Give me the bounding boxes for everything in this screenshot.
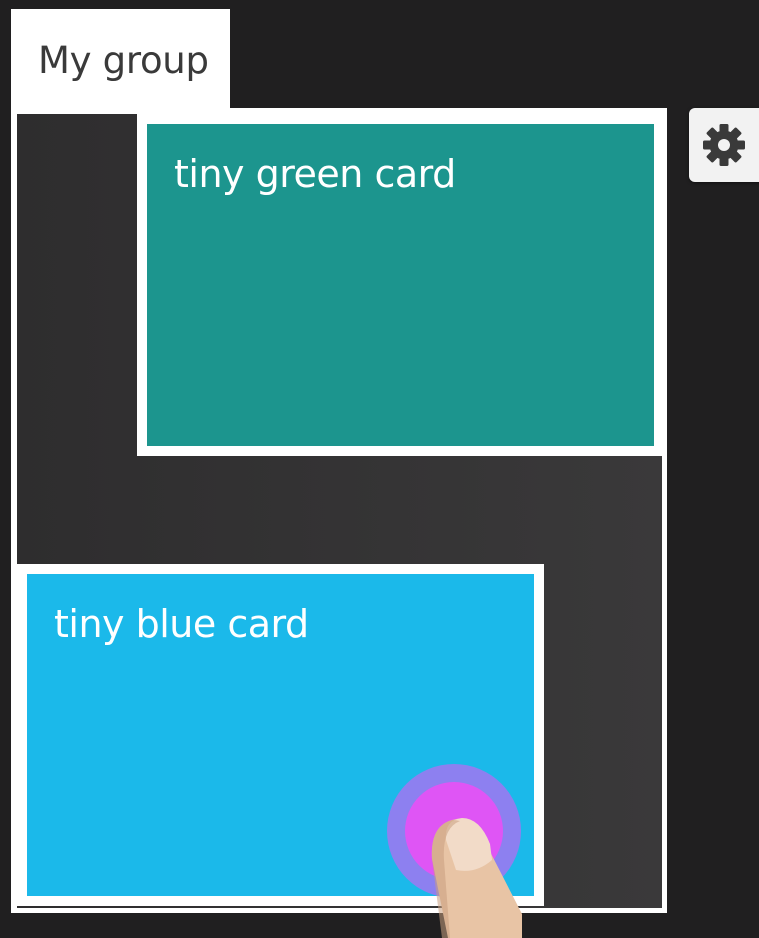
card-title: tiny green card	[174, 152, 456, 196]
card-green[interactable]: tiny green card	[137, 114, 664, 456]
canvas: My group tiny green card tiny blue card	[0, 0, 759, 938]
group-title: My group	[38, 39, 209, 82]
touch-indicator	[386, 764, 522, 938]
group-title-tab[interactable]: My group	[11, 9, 230, 113]
card-title: tiny blue card	[54, 602, 309, 646]
gear-icon	[703, 124, 745, 166]
finger-tap-icon	[387, 764, 522, 938]
settings-button[interactable]	[689, 108, 759, 182]
